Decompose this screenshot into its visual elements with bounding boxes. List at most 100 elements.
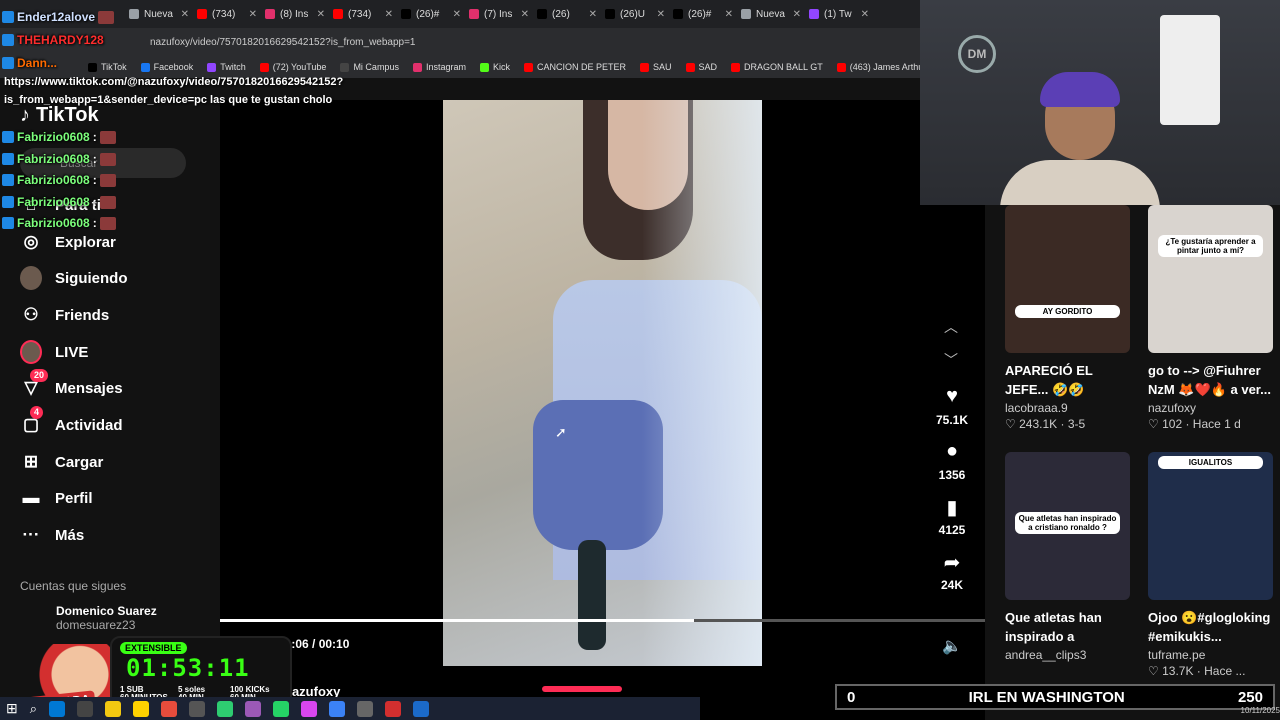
bookmark-item[interactable]: (72) YouTube (259, 62, 326, 72)
taskbar-app-icon[interactable] (133, 700, 150, 717)
chat-separator: : (92, 152, 97, 166)
volume-icon[interactable]: 🔈 (942, 636, 962, 656)
video-thumbnail[interactable]: Que atletas han inspirado a cristiano ro… (1005, 452, 1130, 600)
taskbar-app-icon[interactable] (105, 700, 122, 717)
save-button[interactable]: ▮ 4125 (932, 495, 972, 537)
like-count: 75.1K (935, 413, 969, 427)
tab-favicon-icon (197, 9, 207, 19)
recommended-video-card[interactable]: Que atletas han inspirado a cristiano ro… (1005, 452, 1130, 664)
bookmark-item[interactable]: Facebook (140, 62, 193, 72)
like-button[interactable]: ♥ 75.1K (932, 385, 972, 427)
bookmark-item[interactable]: Instagram (412, 62, 466, 72)
bookmark-favicon-icon (685, 62, 695, 72)
video-thumbnail[interactable]: AY GORDITO (1005, 205, 1130, 353)
video-thumbnail[interactable]: IGUALITOS (1148, 452, 1273, 600)
bookmark-item[interactable]: CANCION DE PETER (524, 62, 626, 72)
video-title[interactable]: Ojoo 😮#glogloking #emikukis... (1148, 608, 1273, 646)
bookmark-item[interactable]: Twitch (207, 62, 246, 72)
sidebar-item-mensajes[interactable]: ▽ 20 Mensajes (20, 369, 123, 403)
video-progress-bar[interactable] (220, 619, 985, 622)
bookmark-item[interactable]: DRAGON BALL GT (731, 62, 823, 72)
tab-close-icon[interactable]: ✕ (589, 9, 597, 20)
taskbar-search-icon[interactable]: ⌕ (30, 701, 37, 717)
tab-close-icon[interactable]: ✕ (249, 9, 257, 20)
windows-start-icon[interactable]: ⊞ (6, 700, 18, 717)
bookmark-item[interactable]: SAU (640, 62, 672, 72)
video-title[interactable]: APARECIÓ EL JEFE... 🤣🤣 (1005, 361, 1130, 399)
bookmark-favicon-icon (479, 62, 489, 72)
tab-close-icon[interactable]: ✕ (657, 9, 665, 20)
comment-button[interactable]: ● 1356 (932, 440, 972, 482)
tab-close-icon[interactable]: ✕ (453, 9, 461, 20)
video-author[interactable]: nazufoxy (1148, 401, 1273, 415)
browser-tab[interactable]: (26)# ✕ (397, 2, 465, 26)
sidebar-item-ms[interactable]: ··· Más (20, 520, 85, 550)
taskbar-app-icon[interactable] (161, 700, 178, 717)
share-button[interactable]: ➦ 24K (932, 550, 972, 592)
taskbar-app-icon[interactable] (301, 700, 318, 717)
browser-tab[interactable]: Nueva ✕ (737, 2, 805, 26)
browser-tab[interactable]: (26)U ✕ (601, 2, 669, 26)
browser-tab[interactable]: (734) ✕ (329, 2, 397, 26)
recommended-video-card[interactable]: AY GORDITO APARECIÓ EL JEFE... 🤣🤣 lacobraa… (1005, 205, 1130, 431)
taskbar-app-icon[interactable] (385, 700, 402, 717)
browser-tab[interactable]: (7) Ins ✕ (465, 2, 533, 26)
sidebar-item-cargar[interactable]: ⊞ Cargar (20, 447, 103, 477)
sidebar-item-actividad[interactable]: ▢ 4 Actividad (20, 406, 123, 440)
tab-close-icon[interactable]: ✕ (317, 9, 325, 20)
tab-close-icon[interactable]: ✕ (385, 9, 393, 20)
taskbar-app-icon[interactable] (77, 700, 94, 717)
taskbar-app-icon[interactable] (413, 700, 430, 717)
tab-close-icon[interactable]: ✕ (181, 9, 189, 20)
taskbar-app-icon[interactable] (49, 700, 66, 717)
bookmark-favicon-icon (259, 62, 269, 72)
taskbar-app-icon[interactable] (273, 700, 290, 717)
address-bar[interactable]: nazufoxy/video/7570182016629542152?is_fr… (0, 28, 920, 56)
taskbar-app-icon[interactable] (329, 700, 346, 717)
chat-badge-icon (2, 131, 14, 143)
bookmark-item[interactable]: Mi Campus (340, 62, 399, 72)
sidebar-item-perfil[interactable]: ▬ Perfil (20, 483, 93, 513)
bookmark-item[interactable]: Kick (479, 62, 510, 72)
chat-emote-icon (99, 216, 116, 230)
browser-tab[interactable]: (1) Tw ✕ (805, 2, 873, 26)
video-author[interactable]: tuframe.pe (1148, 648, 1273, 662)
browser-tab[interactable]: (26)# ✕ (669, 2, 737, 26)
video-title[interactable]: Que atletas han inspirado a cristian... (1005, 608, 1130, 646)
browser-tab[interactable]: (734) ✕ (193, 2, 261, 26)
sidebar-item-live[interactable]: LIVE (20, 337, 88, 367)
tab-close-icon[interactable]: ✕ (861, 9, 869, 20)
taskbar-app-icon[interactable] (357, 700, 374, 717)
bookmark-favicon-icon (836, 62, 846, 72)
sidebar-item-friends[interactable]: ⚇ Friends (20, 300, 109, 330)
chat-emote-icon (99, 195, 116, 209)
next-video-chevron-icon[interactable]: ﹀ (944, 350, 958, 370)
taskbar-app-icon[interactable] (245, 700, 262, 717)
video-thumbnail[interactable]: ¿Te gustaría aprender a pintar junto a m… (1148, 205, 1273, 353)
bookmark-item[interactable]: TikTok (88, 62, 127, 72)
bookmark-item[interactable]: SAD (685, 62, 717, 72)
video-extra: 3-5 (1067, 417, 1086, 431)
sidebar-item-siguiendo[interactable]: Siguiendo (20, 263, 128, 293)
tab-close-icon[interactable]: ✕ (725, 9, 733, 20)
browser-tab[interactable]: (8) Ins ✕ (261, 2, 329, 26)
taskbar-app-icon[interactable] (189, 700, 206, 717)
sidebar-item-explorar[interactable]: ◎ Explorar (20, 227, 116, 257)
bookmark-favicon-icon (207, 62, 217, 72)
recommended-video-card[interactable]: ¿Te gustaría aprender a pintar junto a m… (1148, 205, 1273, 431)
follow-button[interactable] (542, 686, 622, 692)
browser-tab[interactable]: Nueva ✕ (125, 2, 193, 26)
previous-video-chevron-icon[interactable]: ︿ (944, 317, 958, 337)
video-player[interactable] (443, 100, 762, 666)
following-account[interactable]: Domenico Suarez domesuarez23 (20, 604, 157, 632)
tab-close-icon[interactable]: ✕ (793, 9, 801, 20)
taskbar-app-icon[interactable] (217, 700, 234, 717)
recommended-video-card[interactable]: IGUALITOS Ojoo 😮#glogloking #emikukis... t… (1148, 452, 1273, 678)
tab-close-icon[interactable]: ✕ (521, 9, 529, 20)
video-author[interactable]: lacobraaa.9 (1005, 401, 1130, 415)
address-text[interactable]: nazufoxy/video/7570182016629542152?is_fr… (150, 37, 416, 48)
browser-tab[interactable]: (26) ✕ (533, 2, 601, 26)
video-author[interactable]: andrea__clips3 (1005, 648, 1130, 662)
extensible-label: EXTENSIBLE (120, 642, 187, 654)
video-title[interactable]: go to --> @Fiuhrer NzM 🦊❤️🔥 a ver... (1148, 361, 1273, 399)
